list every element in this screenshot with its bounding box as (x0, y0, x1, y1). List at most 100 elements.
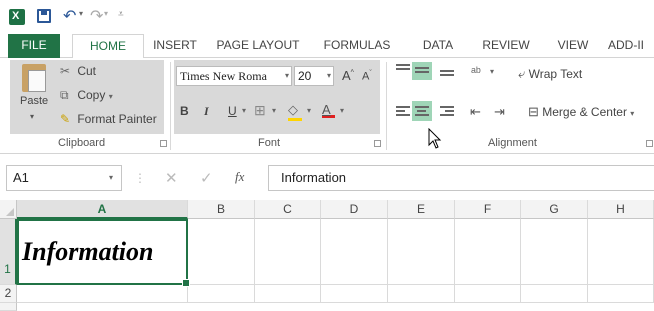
tab-file[interactable]: FILE (8, 34, 60, 58)
cell-e2[interactable] (388, 285, 455, 303)
dialog-launcher-icon[interactable] (160, 140, 167, 147)
chevron-down-icon: ▾ (108, 173, 113, 182)
tab-view[interactable]: VIEW (548, 34, 598, 58)
name-box[interactable]: A1 ▾ (6, 165, 122, 191)
row-header-1[interactable]: 1 (0, 219, 17, 285)
wrap-text-icon: ⤶ (518, 66, 526, 81)
cell-f2[interactable] (455, 285, 521, 303)
format-painter-button[interactable]: ✎ Format Painter (60, 112, 157, 126)
brush-icon: ✎ (60, 112, 71, 126)
chevron-down-icon: ▾ (630, 109, 635, 118)
cell-b1[interactable] (188, 219, 255, 285)
cell-c2[interactable] (255, 285, 321, 303)
tab-formulas[interactable]: FORMULAS (318, 34, 396, 58)
column-header-h[interactable]: H (588, 200, 654, 219)
alignment-group-label: Alignment (488, 137, 537, 149)
column-header-e[interactable]: E (388, 200, 455, 219)
chevron-down-icon[interactable]: ▾ (30, 112, 34, 121)
increase-indent-icon[interactable]: ⇥ (494, 104, 505, 120)
more-icon[interactable]: ⋮ (134, 171, 146, 185)
formula-input[interactable]: Information (268, 165, 654, 191)
column-header-c[interactable]: C (255, 200, 321, 219)
dialog-launcher-icon[interactable] (646, 140, 653, 147)
shrink-font-button[interactable]: Aˇ (362, 70, 372, 83)
row-header-2[interactable]: 2 (0, 285, 17, 303)
column-header-f[interactable]: F (455, 200, 521, 219)
cancel-icon[interactable]: ✕ (165, 169, 178, 187)
tab-data[interactable]: DATA (414, 34, 462, 58)
undo-icon[interactable]: ↶ (63, 6, 76, 26)
chevron-down-icon[interactable]: ▾ (79, 9, 83, 18)
chevron-down-icon[interactable]: ▾ (242, 106, 246, 115)
italic-button[interactable]: I (204, 104, 209, 119)
middle-align-icon[interactable] (415, 67, 429, 79)
cell-g2[interactable] (521, 285, 588, 303)
align-left-icon[interactable] (396, 106, 410, 118)
wrap-text-button[interactable]: ⤶ Wrap Text (518, 66, 582, 82)
chevron-down-icon[interactable]: ▾ (340, 106, 344, 115)
cell-d2[interactable] (321, 285, 388, 303)
cell-d1[interactable] (321, 219, 388, 285)
cut-button[interactable]: ✂ Cut (60, 64, 96, 78)
row-header-3[interactable] (0, 303, 17, 311)
font-size-select[interactable]: 20 ▾ (294, 66, 334, 86)
redo-icon[interactable]: ↷ (90, 6, 103, 26)
column-header-d[interactable]: D (321, 200, 388, 219)
enter-icon[interactable]: ✓ (200, 169, 213, 187)
cut-label: Cut (77, 64, 97, 78)
name-box-value: A1 (13, 170, 29, 185)
bold-button[interactable]: B (180, 104, 189, 118)
font-name-select[interactable]: Times New Roma ▾ (176, 66, 292, 86)
tab-review[interactable]: REVIEW (474, 34, 538, 58)
borders-icon[interactable]: ⊞ (254, 102, 266, 119)
column-header-b[interactable]: B (188, 200, 255, 219)
chevron-down-icon[interactable]: ▾ (307, 106, 311, 115)
customize-icon[interactable]: ⩡ (118, 9, 124, 20)
align-right-icon[interactable] (440, 106, 454, 118)
top-align-icon[interactable] (396, 64, 410, 76)
copy-icon: ⧉ (60, 88, 69, 102)
cell-f1[interactable] (455, 219, 521, 285)
underline-button[interactable]: U (228, 104, 237, 118)
font-color-button[interactable]: A (322, 102, 336, 118)
dialog-launcher-icon[interactable] (374, 140, 381, 147)
tab-addins[interactable]: ADD-II (608, 34, 654, 58)
excel-icon (9, 9, 25, 25)
quick-access-toolbar: ↶ ▾ ↷ ▾ ⩡ (0, 0, 654, 34)
select-all-button[interactable] (0, 200, 17, 219)
fill-color-swatch (288, 118, 302, 121)
formula-bar: A1 ▾ ⋮ ✕ ✓ fx Information (0, 165, 654, 193)
tab-insert[interactable]: INSERT (148, 34, 202, 58)
chevron-down-icon[interactable]: ▾ (272, 106, 276, 115)
cell-a1[interactable]: Information (17, 219, 190, 287)
cell-e1[interactable] (388, 219, 455, 285)
cell-a2[interactable] (17, 285, 188, 303)
tab-page-layout[interactable]: PAGE LAYOUT (212, 34, 304, 58)
cell-h2[interactable] (588, 285, 654, 303)
chevron-down-icon[interactable]: ▾ (104, 9, 108, 18)
grow-font-icon: A (342, 68, 351, 83)
merge-center-button[interactable]: ⊟ Merge & Center ▾ (528, 104, 634, 120)
font-name-value: Times New Roma (180, 69, 267, 83)
fill-color-button[interactable]: ◇ (288, 102, 304, 121)
insert-function-icon[interactable]: fx (235, 169, 244, 185)
column-header-g[interactable]: G (521, 200, 588, 219)
chevron-down-icon[interactable]: ▾ (490, 67, 494, 76)
orientation-icon[interactable]: ᵃᵇ (471, 64, 481, 79)
paste-icon[interactable] (22, 64, 46, 92)
save-icon[interactable] (37, 9, 51, 23)
align-center-icon[interactable] (415, 106, 429, 118)
cell-b2[interactable] (188, 285, 255, 303)
ribbon-tabs: FILE HOME INSERT PAGE LAYOUT FORMULAS DA… (0, 34, 654, 59)
cell-c1[interactable] (255, 219, 321, 285)
merge-icon: ⊟ (528, 104, 539, 119)
column-header-a[interactable]: A (17, 200, 188, 219)
cell-g1[interactable] (521, 219, 588, 285)
copy-button[interactable]: ⧉ Copy ▾ (60, 88, 113, 103)
decrease-indent-icon[interactable]: ⇤ (470, 104, 481, 120)
grow-font-button[interactable]: A^ (342, 68, 354, 83)
tab-home[interactable]: HOME (72, 34, 144, 59)
paste-button[interactable]: Paste (20, 95, 48, 107)
cell-h1[interactable] (588, 219, 654, 285)
bottom-align-icon[interactable] (440, 70, 454, 82)
